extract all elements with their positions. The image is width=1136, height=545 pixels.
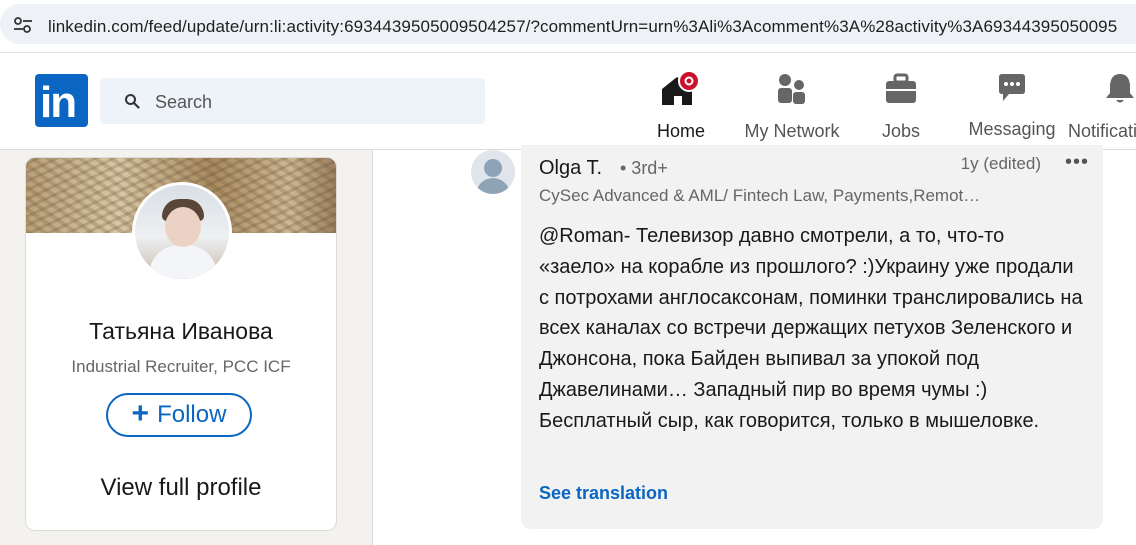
- search-input[interactable]: Search: [100, 78, 485, 124]
- profile-headline: Industrial Recruiter, PCC ICF: [71, 357, 291, 376]
- nav-my-network[interactable]: My Network: [738, 67, 846, 147]
- avatar-shoulders: [476, 178, 510, 194]
- comment-author[interactable]: Olga T.: [539, 157, 602, 180]
- network-icon: [775, 71, 809, 112]
- site-settings-icon[interactable]: [12, 16, 34, 34]
- logo-text: in: [40, 78, 77, 127]
- home-icon: [658, 70, 704, 116]
- profile-name[interactable]: Татьяна Иванова: [26, 318, 336, 345]
- comment-author-headline: CySec Advanced & AML/ Fintech Law, Payme…: [539, 186, 981, 205]
- view-full-profile-link[interactable]: View full profile: [26, 474, 336, 502]
- nav-messaging-label: Messaging: [968, 119, 1056, 139]
- plus-icon: +: [131, 397, 150, 430]
- linkedin-logo[interactable]: in: [35, 74, 88, 127]
- nav-jobs-label: Jobs: [881, 121, 921, 141]
- browser-address-bar: linkedin.com/feed/update/urn:li:activity…: [0, 0, 1136, 53]
- url-text: linkedin.com/feed/update/urn:li:activity…: [48, 17, 1118, 36]
- avatar-body: [149, 245, 217, 279]
- nav-notifications-label: Notifications: [1068, 121, 1136, 141]
- profile-card: Татьяна Иванова Industrial Recruiter, PC…: [25, 157, 337, 531]
- global-nav: in Search Home My Network Jobs Messaging…: [0, 53, 1136, 150]
- see-translation-link[interactable]: See translation: [539, 483, 668, 504]
- nav-messaging[interactable]: Messaging: [962, 67, 1062, 147]
- url-field[interactable]: linkedin.com/feed/update/urn:li:activity…: [0, 4, 1136, 44]
- nav-notifications[interactable]: Notifications: [1068, 67, 1136, 147]
- search-placeholder: Search: [155, 92, 213, 112]
- briefcase-icon: [883, 71, 919, 112]
- search-icon: [124, 93, 140, 114]
- messaging-icon: [995, 71, 1029, 110]
- bell-icon: [1104, 71, 1136, 112]
- follow-label: Follow: [157, 401, 227, 428]
- connection-degree: • 3rd+: [620, 158, 668, 178]
- avatar-head: [484, 159, 502, 177]
- comment-text: @Roman- Телевизор давно смотрели, а то, …: [539, 225, 1083, 432]
- more-options-icon[interactable]: •••: [1065, 151, 1089, 174]
- comment-bubble: Olga T. • 3rd+ 1y (edited) ••• CySec Adv…: [521, 145, 1103, 529]
- avatar-face: [165, 207, 201, 247]
- nav-home-label: Home: [656, 121, 705, 141]
- follow-button[interactable]: + Follow: [106, 393, 252, 437]
- feed-main: Olga T. • 3rd+ 1y (edited) ••• CySec Adv…: [372, 145, 1136, 545]
- nav-my-network-label: My Network: [744, 121, 840, 141]
- nav-jobs[interactable]: Jobs: [862, 67, 940, 147]
- nav-home[interactable]: Home: [626, 67, 736, 148]
- comment-timestamp: 1y (edited): [960, 154, 1041, 173]
- commenter-avatar[interactable]: [471, 150, 515, 194]
- profile-avatar[interactable]: [132, 182, 232, 282]
